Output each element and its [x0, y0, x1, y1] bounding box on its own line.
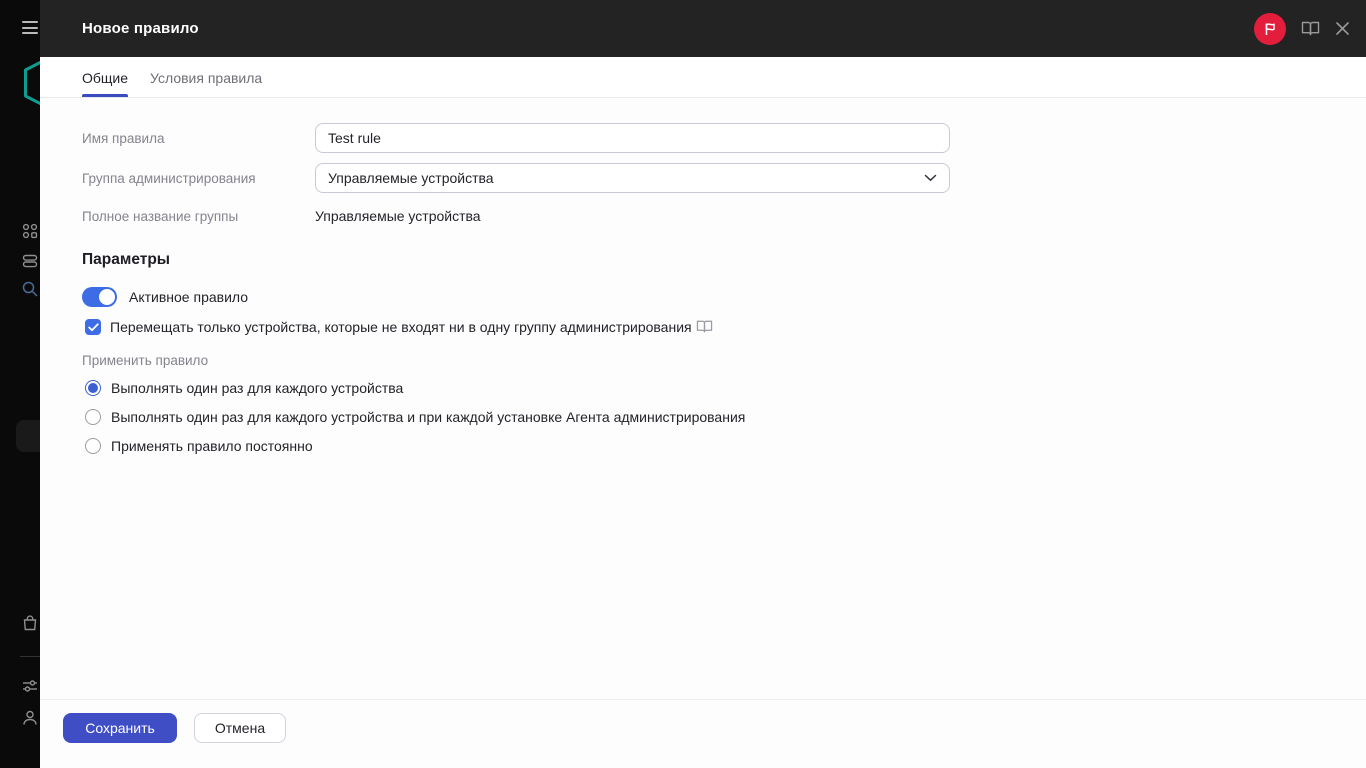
- devices-stack-icon[interactable]: [21, 252, 39, 270]
- whats-new-flag-icon[interactable]: [1254, 13, 1286, 45]
- active-rule-toggle[interactable]: [82, 287, 117, 307]
- save-button[interactable]: Сохранить: [63, 713, 177, 743]
- active-rule-toggle-row: Активное правило: [82, 287, 1366, 307]
- apply-rule-label: Применить правило: [82, 353, 1366, 368]
- admin-group-selected-value: Управляемые устройства: [328, 170, 494, 186]
- menu-icon[interactable]: [22, 21, 38, 34]
- collapsed-sidebar: [0, 0, 40, 768]
- radio-run-once-and-install-row: Выполнять один раз для каждого устройств…: [82, 409, 1366, 425]
- rule-name-label: Имя правила: [82, 131, 315, 146]
- search-icon[interactable]: [21, 280, 39, 298]
- admin-group-select[interactable]: Управляемые устройства: [315, 163, 950, 193]
- cancel-button[interactable]: Отмена: [194, 713, 286, 743]
- help-book-icon[interactable]: [696, 319, 713, 334]
- radio-run-once-row: Выполнять один раз для каждого устройств…: [82, 380, 1366, 396]
- sidebar-divider: [20, 656, 40, 657]
- kaspersky-logo-hexagon: [22, 58, 40, 113]
- dialog-tabs: Общие Условия правила: [40, 57, 1366, 98]
- close-icon[interactable]: [1335, 21, 1350, 36]
- radio-apply-continuously[interactable]: [85, 438, 101, 454]
- console-settings-icon[interactable]: [21, 677, 39, 695]
- sidebar-selected-item[interactable]: [16, 420, 40, 452]
- dialog-content: Имя правила Группа администрирования Упр…: [40, 98, 1366, 699]
- full-group-name-value: Управляемые устройства: [315, 208, 481, 224]
- tab-general[interactable]: Общие: [82, 70, 128, 97]
- move-only-checkbox-row: Перемещать только устройства, которые не…: [82, 319, 1366, 335]
- full-group-name-label: Полное название группы: [82, 209, 315, 224]
- dialog-title: Новое правило: [82, 20, 199, 37]
- radio-run-once-and-install[interactable]: [85, 409, 101, 425]
- chevron-down-icon: [924, 174, 937, 182]
- new-rule-dialog: Новое правило Общие: [40, 0, 1366, 768]
- rule-name-input[interactable]: [315, 123, 950, 153]
- marketplace-bag-icon[interactable]: [21, 614, 39, 632]
- radio-run-once-and-install-label: Выполнять один раз для каждого устройств…: [111, 409, 745, 425]
- tab-rule-conditions[interactable]: Условия правила: [150, 70, 262, 97]
- move-only-checkbox-label: Перемещать только устройства, которые не…: [110, 319, 713, 335]
- parameters-heading: Параметры: [82, 251, 1366, 269]
- discovery-icon[interactable]: [21, 222, 39, 240]
- radio-run-once[interactable]: [85, 380, 101, 396]
- admin-group-label: Группа администрирования: [82, 171, 315, 186]
- active-rule-label: Активное правило: [129, 289, 248, 305]
- radio-apply-continuously-label: Применять правило постоянно: [111, 438, 313, 454]
- dialog-footer: Сохранить Отмена: [40, 699, 1366, 768]
- help-book-icon[interactable]: [1301, 20, 1320, 37]
- account-icon[interactable]: [21, 709, 39, 727]
- move-only-checkbox[interactable]: [85, 319, 101, 335]
- radio-apply-continuously-row: Применять правило постоянно: [82, 438, 1366, 454]
- dialog-header: Новое правило: [40, 0, 1366, 57]
- radio-run-once-label: Выполнять один раз для каждого устройств…: [111, 380, 403, 396]
